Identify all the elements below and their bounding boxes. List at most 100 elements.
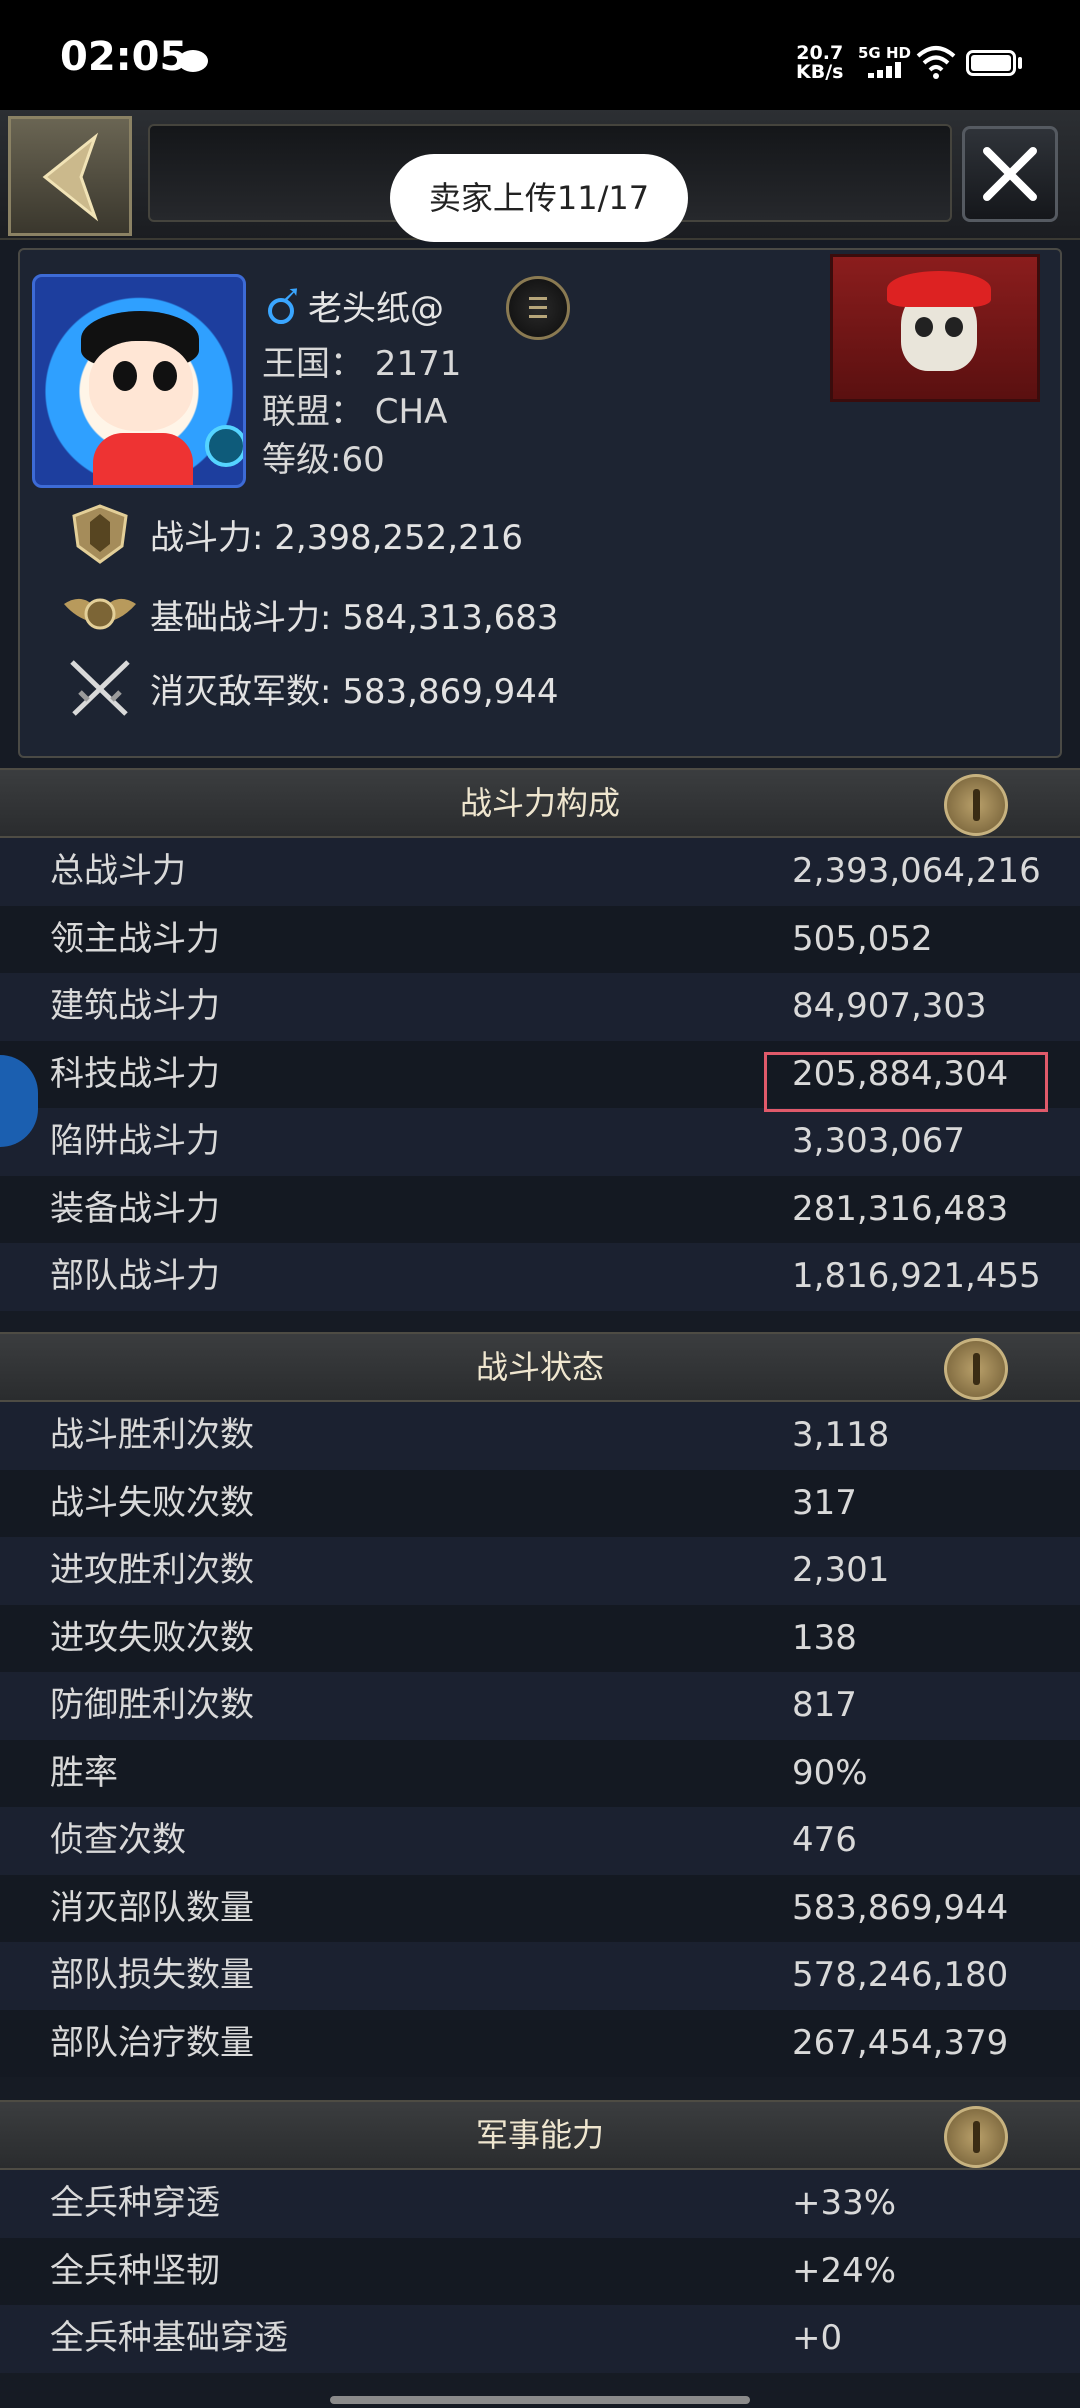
row-value: 84,907,303 (792, 986, 987, 1026)
row-value: 1,816,921,455 (792, 1256, 1041, 1296)
row-label: 胜率 (50, 1752, 118, 1793)
table-row: 战斗失败次数 317 (0, 1469, 1080, 1537)
avatar-frame-badge-icon (205, 425, 243, 467)
table-row: 全兵种坚韧 +24% (0, 2237, 1080, 2305)
kingdom-label: 王国： 2171 (262, 344, 462, 384)
row-label: 进攻胜利次数 (50, 1550, 254, 1590)
info-button[interactable] (944, 1338, 1008, 1400)
base-power-row: 基础战斗力: 584,313,683 (62, 582, 559, 646)
row-value: 317 (792, 1482, 857, 1523)
row-value: 2,301 (792, 1550, 890, 1590)
back-arrow-icon (42, 132, 99, 222)
table-row: 部队战斗力 1,816,921,455 (0, 1243, 1080, 1311)
row-value: 2,393,064,216 (792, 851, 1041, 891)
row-label: 科技战斗力 (50, 1053, 220, 1094)
row-value: 281,316,483 (792, 1188, 1009, 1229)
winged-emblem-icon (62, 582, 138, 646)
row-value: 90% (792, 1752, 868, 1793)
section-title: 军事能力 (475, 2116, 604, 2154)
table-row: 进攻胜利次数 2,301 (0, 1537, 1080, 1605)
player-name-row: 老头纸@ (266, 280, 444, 330)
player-avatar[interactable] (32, 274, 246, 488)
row-label: 进攻失败次数 (50, 1617, 254, 1658)
speed-unit: KB/s (796, 61, 844, 83)
battle-status-header: 战斗状态 (0, 1332, 1080, 1402)
row-value: 817 (792, 1685, 857, 1725)
row-label: 部队战斗力 (50, 1256, 220, 1296)
row-value: 267,454,379 (792, 2022, 1009, 2063)
battery-tip (1018, 57, 1022, 69)
military-ability-header: 军事能力 (0, 2100, 1080, 2170)
row-value: 3,303,067 (792, 1121, 966, 1161)
battery-icon (966, 50, 1016, 76)
table-row: 侦查次数 476 (0, 1807, 1080, 1875)
table-row: 建筑战斗力 84,907,303 (0, 973, 1080, 1041)
pirate-skull-emblem-icon (830, 254, 1040, 402)
player-name: 老头纸@ (308, 288, 444, 329)
section-title: 战斗力构成 (459, 784, 620, 822)
alliance-label: 联盟： CHA (262, 392, 448, 432)
row-label: 全兵种穿透 (50, 2183, 220, 2223)
level-label: 等级:60 (262, 440, 385, 480)
row-value: 476 (792, 1820, 857, 1860)
row-label: 全兵种基础穿透 (50, 2318, 288, 2358)
upload-toast: 卖家上传11/17 (390, 154, 688, 242)
signal-icon (868, 62, 904, 78)
row-value: +0 (792, 2318, 843, 2358)
power-label: 战斗力: 2,398,252,216 (150, 517, 524, 558)
network-type: 5G HD (858, 44, 911, 62)
table-row: 总战斗力 2,393,064,216 (0, 838, 1080, 906)
wifi-icon (916, 46, 956, 79)
table-row: 全兵种基础穿透 +0 (0, 2305, 1080, 2373)
status-time: 02:05 (60, 34, 188, 80)
row-value: 578,246,180 (792, 1955, 1009, 1995)
row-label: 领主战斗力 (50, 918, 220, 959)
row-label: 防御胜利次数 (50, 1685, 254, 1725)
kills-label: 消灭敌军数: 583,869,944 (150, 671, 559, 712)
close-icon (983, 147, 1037, 201)
row-label: 装备战斗力 (50, 1188, 220, 1229)
row-value: 138 (792, 1617, 857, 1658)
table-row: 部队损失数量 578,246,180 (0, 1942, 1080, 2010)
status-bar: 02:05 20.7 KB/s 5G HD (0, 0, 1080, 110)
row-label: 战斗胜利次数 (50, 1415, 254, 1455)
highlight-box (764, 1052, 1048, 1112)
avatar-shirt (93, 433, 193, 485)
table-row: 装备战斗力 281,316,483 (0, 1175, 1080, 1243)
table-row: 防御胜利次数 817 (0, 1672, 1080, 1740)
kills-row: 消灭敌军数: 583,869,944 (62, 656, 559, 720)
power-row: 战斗力: 2,398,252,216 (62, 502, 523, 566)
row-label: 陷阱战斗力 (50, 1121, 220, 1161)
table-row: 胜率 90% (0, 1739, 1080, 1807)
row-value: +33% (792, 2183, 897, 2223)
row-label: 建筑战斗力 (50, 986, 220, 1026)
avatar-eye (113, 361, 137, 391)
row-label: 消灭部队数量 (50, 1887, 254, 1928)
row-value: +24% (792, 2250, 897, 2291)
power-shield-icon (62, 502, 138, 566)
table-row: 领主战斗力 505,052 (0, 905, 1080, 973)
network-speed: 20.7 KB/s (796, 44, 843, 82)
info-button[interactable] (944, 774, 1008, 836)
table-row: 陷阱战斗力 3,303,067 (0, 1108, 1080, 1176)
row-label: 全兵种坚韧 (50, 2250, 220, 2291)
row-label: 总战斗力 (50, 851, 186, 891)
section-title: 战斗状态 (475, 1348, 604, 1386)
close-button[interactable] (962, 126, 1058, 222)
table-row: 全兵种穿透 +33% (0, 2170, 1080, 2238)
notes-icon[interactable] (506, 276, 570, 340)
row-label: 侦查次数 (50, 1820, 186, 1860)
info-button[interactable] (944, 2106, 1008, 2168)
avatar-face (89, 341, 193, 431)
wechat-icon (178, 50, 208, 72)
home-indicator[interactable] (330, 2396, 750, 2404)
row-value: 505,052 (792, 918, 933, 959)
base-power-label: 基础战斗力: 584,313,683 (150, 597, 559, 638)
row-value: 583,869,944 (792, 1887, 1009, 1928)
table-row: 战斗胜利次数 3,118 (0, 1402, 1080, 1470)
back-button[interactable] (8, 116, 132, 236)
table-row: 消灭部队数量 583,869,944 (0, 1874, 1080, 1942)
row-value: 3,118 (792, 1415, 890, 1455)
table-row: 进攻失败次数 138 (0, 1604, 1080, 1672)
table-row: 部队治疗数量 267,454,379 (0, 2009, 1080, 2077)
